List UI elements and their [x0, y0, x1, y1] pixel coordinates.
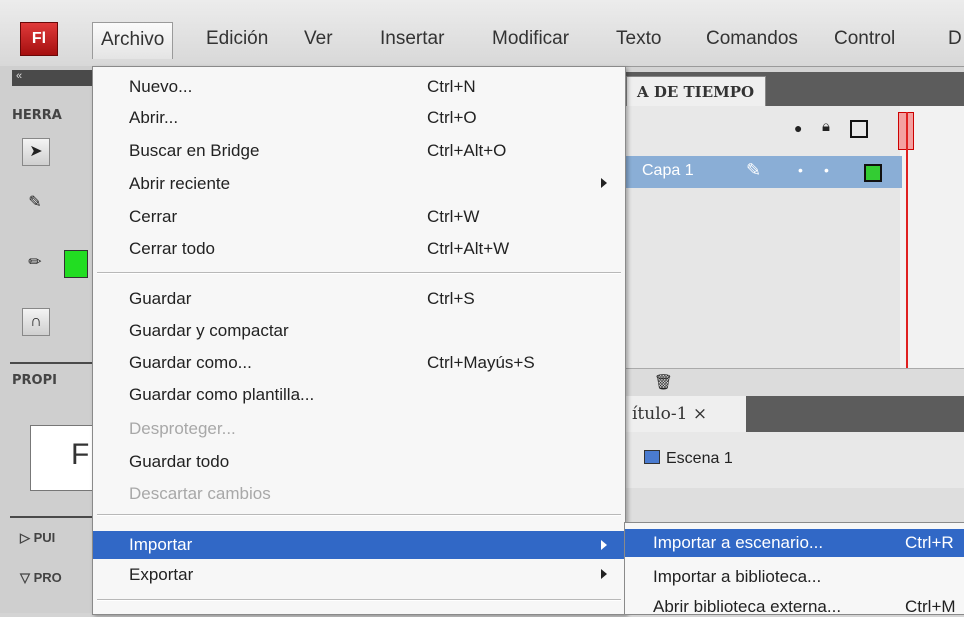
menu-item-label: Descartar cambios — [129, 484, 271, 503]
menu-item-label: Guardar como plantilla... — [129, 385, 315, 404]
menu-item-label: Buscar en Bridge — [129, 141, 260, 160]
timeline-footer: 🗑︎ — [626, 368, 964, 397]
trash-icon[interactable]: 🗑︎ — [654, 373, 673, 391]
tab-document[interactable]: ítulo-1 × — [626, 396, 746, 432]
brush-tool-icon[interactable]: ✎ — [22, 190, 48, 216]
tools-panel-title: HERRA — [12, 108, 62, 123]
panel-section-pro-label: PRO — [33, 570, 62, 585]
menu-item-guardar-todo[interactable]: Guardar todo — [93, 450, 625, 474]
layer-name: Capa 1 — [642, 162, 694, 179]
file-menu-dropdown: Nuevo... Ctrl+N Abrir... Ctrl+O Buscar en … — [92, 66, 626, 615]
menu-item-shortcut: Ctrl+Mayús+S — [427, 353, 535, 372]
menu-item-label: Exportar — [129, 565, 194, 584]
stroke-color-icon[interactable]: ✏ — [22, 250, 48, 276]
submenu-item-importar-a-biblioteca[interactable]: Importar a biblioteca... — [625, 563, 964, 587]
menu-item-label: Cerrar todo — [129, 239, 215, 258]
menu-item-abrir-reciente[interactable]: Abrir reciente — [93, 172, 625, 196]
menu-item-label: Abrir... — [129, 108, 179, 127]
panel-section-pui[interactable]: ▷ PUI — [20, 530, 55, 546]
menu-item-desproteger: Desproteger... — [93, 417, 625, 441]
tools-collapse-bar[interactable]: « — [12, 70, 95, 86]
scene-icon — [644, 450, 660, 464]
menu-texto[interactable]: Texto — [608, 22, 669, 56]
submenu-item-label: Importar a escenario... — [653, 533, 824, 552]
panel-divider — [10, 516, 95, 518]
menu-item-guardar-como-plantilla[interactable]: Guardar como plantilla... — [93, 383, 625, 407]
playhead-line — [906, 112, 908, 402]
panel-divider — [10, 362, 95, 364]
menu-item-label: Nuevo... — [129, 77, 193, 96]
submenu-arrow-icon — [601, 540, 607, 550]
menu-item-guardar[interactable]: Guardar Ctrl+S — [93, 287, 625, 311]
menu-item-descartar-cambios: Descartar cambios — [93, 482, 625, 506]
submenu-item-abrir-biblioteca-externa[interactable]: Abrir biblioteca externa... Ctrl+M — [625, 593, 964, 617]
flash-logo-icon: Fl — [20, 22, 58, 56]
layer-color-icon[interactable] — [864, 164, 882, 182]
menu-item-label: Desproteger... — [129, 419, 236, 438]
submenu-item-shortcut: Ctrl+M — [905, 597, 956, 616]
menu-item-label: Guardar como... — [129, 353, 252, 372]
menu-modificar[interactable]: Modificar — [484, 22, 577, 56]
layers-empty-area — [626, 188, 900, 368]
submenu-item-label: Importar a biblioteca... — [653, 567, 822, 586]
tab-timeline[interactable]: A DE TIEMPO — [626, 76, 766, 106]
menu-depurar[interactable]: D — [940, 22, 964, 56]
menu-separator — [97, 272, 621, 274]
menu-bar: Fl Archivo Edición Ver Insertar Modifica… — [0, 0, 964, 67]
lock-icon[interactable]: 🔒︎ — [822, 118, 830, 135]
menu-item-shortcut: Ctrl+O — [427, 108, 477, 127]
menu-item-importar[interactable]: Importar — [93, 531, 625, 559]
submenu-arrow-icon — [601, 178, 607, 188]
menu-item-cerrar[interactable]: Cerrar Ctrl+W — [93, 205, 625, 229]
snap-magnet-icon[interactable]: ∩ — [22, 308, 50, 336]
eye-icon[interactable]: ● — [794, 120, 802, 136]
import-submenu: Importar a escenario... Ctrl+R Importar a… — [624, 522, 964, 617]
collapse-icon: « — [16, 70, 23, 82]
menu-item-shortcut: Ctrl+Alt+O — [427, 141, 507, 160]
submenu-arrow-icon — [601, 569, 607, 579]
properties-letter: F — [71, 438, 90, 471]
menu-archivo[interactable]: Archivo — [92, 22, 174, 59]
submenu-item-label: Abrir biblioteca externa... — [653, 597, 842, 616]
panel-section-pui-label: PUI — [33, 530, 56, 545]
properties-panel-title: PROPI — [12, 373, 57, 388]
outline-icon[interactable] — [850, 120, 868, 138]
menu-item-nuevo[interactable]: Nuevo... Ctrl+N — [93, 75, 625, 99]
menu-ver[interactable]: Ver — [296, 22, 341, 56]
lock-dot-icon[interactable]: • — [824, 162, 829, 178]
menu-control[interactable]: Control — [826, 22, 903, 56]
menu-separator — [97, 599, 621, 601]
menu-item-abrir[interactable]: Abrir... Ctrl+O — [93, 106, 625, 130]
menu-edicion[interactable]: Edición — [198, 22, 276, 56]
menu-item-label: Abrir reciente — [129, 174, 231, 193]
scene-name: Escena 1 — [666, 450, 733, 467]
menu-item-label: Guardar — [129, 289, 192, 308]
menu-item-shortcut: Ctrl+N — [427, 77, 476, 96]
visible-dot-icon[interactable]: • — [798, 162, 803, 178]
selection-tool-icon[interactable]: ➤ — [22, 138, 50, 166]
scene-label[interactable]: Escena 1 — [644, 450, 733, 468]
menu-insertar[interactable]: Insertar — [372, 22, 452, 56]
submenu-item-shortcut: Ctrl+R — [905, 533, 954, 552]
menu-comandos[interactable]: Comandos — [698, 22, 806, 56]
fill-color-swatch[interactable] — [64, 250, 88, 278]
submenu-item-importar-a-escenario[interactable]: Importar a escenario... Ctrl+R — [625, 529, 964, 557]
menu-item-guardar-como[interactable]: Guardar como... Ctrl+Mayús+S — [93, 351, 625, 375]
panel-section-pro[interactable]: ▽ PRO — [20, 570, 62, 586]
menu-item-label: Cerrar — [129, 207, 178, 226]
menu-item-cerrar-todo[interactable]: Cerrar todo Ctrl+Alt+W — [93, 237, 625, 261]
menu-item-shortcut: Ctrl+S — [427, 289, 475, 308]
menu-item-guardar-y-compactar[interactable]: Guardar y compactar — [93, 319, 625, 343]
pencil-icon: ✎ — [746, 160, 762, 180]
menu-item-shortcut: Ctrl+Alt+W — [427, 239, 510, 258]
menu-item-label: Guardar y compactar — [129, 321, 289, 340]
menu-separator — [97, 514, 621, 516]
layer-row[interactable]: Capa 1 ✎ • • — [626, 156, 902, 188]
menu-item-label: Importar — [129, 535, 193, 554]
menu-item-exportar[interactable]: Exportar — [93, 563, 625, 587]
menu-item-label: Guardar todo — [129, 452, 230, 471]
menu-item-buscar-en-bridge[interactable]: Buscar en Bridge Ctrl+Alt+O — [93, 139, 625, 163]
menu-item-shortcut: Ctrl+W — [427, 207, 480, 226]
